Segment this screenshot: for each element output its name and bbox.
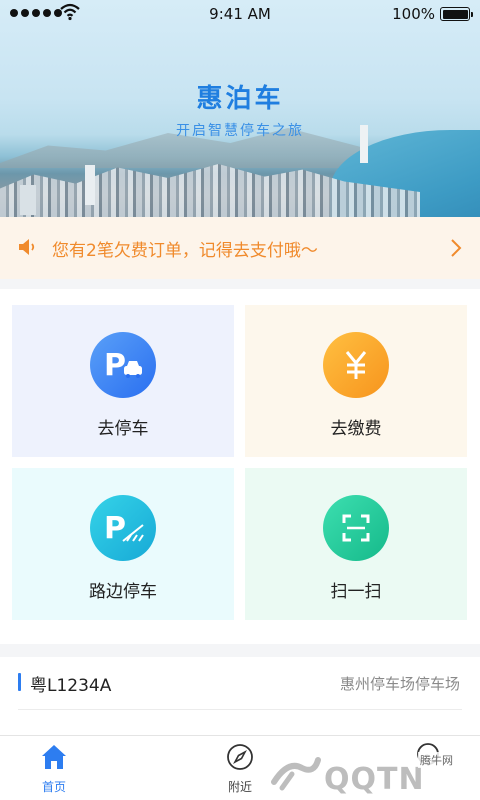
banner-building [85, 165, 95, 205]
go-pay-label: 去缴费 [330, 419, 382, 439]
notice-text: 您有2笔欠费订单，记得去支付哦～ [52, 241, 318, 261]
banner-building [20, 185, 36, 215]
speaker-icon [19, 239, 35, 255]
app-slogan: 开启智慧停车之旅 [176, 123, 304, 139]
go-pay-button[interactable]: 去缴费 [245, 305, 467, 457]
scan-icon [323, 495, 389, 561]
arrears-notice[interactable]: 您有2笔欠费订单，记得去支付哦～ [0, 217, 480, 279]
parking-lot-name: 惠州停车场停车场 [339, 675, 460, 693]
watermark-text: QQTN [324, 762, 425, 797]
scan-label: 扫一扫 [330, 582, 382, 602]
app-title: 惠泊车 [196, 84, 284, 114]
battery-icon [440, 7, 473, 21]
svg-text:P: P [104, 348, 126, 383]
roadside-parking-label: 路边停车 [89, 582, 157, 602]
action-grid: P 去停车 去缴费 P 路边停车 扫一扫 [0, 289, 480, 644]
accent-bar [18, 673, 21, 691]
hero-banner: 惠泊车 开启智慧停车之旅 [0, 0, 480, 217]
tab-home-label: 首页 [41, 780, 66, 794]
compass-icon [227, 744, 253, 770]
svg-text:P: P [104, 511, 126, 546]
roadside-parking-button[interactable]: P 路边停车 [12, 468, 234, 620]
home-icon [42, 745, 66, 769]
license-plate: 粤L1234A [30, 676, 112, 696]
status-bar: 9:41 AM 100% [0, 0, 480, 28]
tab-home[interactable]: 首页 [14, 742, 94, 795]
watermark-mark [271, 757, 321, 791]
vehicle-card[interactable]: 粤L1234A 惠州停车场停车场 [0, 657, 480, 737]
battery-percent: 100% [392, 5, 435, 23]
watermark-tag: 腾牛网 [418, 752, 455, 768]
parking-car-icon: P [90, 332, 156, 398]
scan-button[interactable]: 扫一扫 [245, 468, 467, 620]
go-park-label: 去停车 [97, 419, 149, 439]
go-park-button[interactable]: P 去停车 [12, 305, 234, 457]
yuan-icon [323, 332, 389, 398]
divider [18, 709, 462, 710]
app-screen: 惠泊车 开启智慧停车之旅 9:41 AM 100% 您有2笔欠费订单，记得去支付… [0, 0, 480, 800]
chevron-right-icon [451, 239, 462, 257]
watermark-logo: QQTN 腾牛网 [268, 742, 480, 800]
roadside-parking-icon: P [90, 495, 156, 561]
